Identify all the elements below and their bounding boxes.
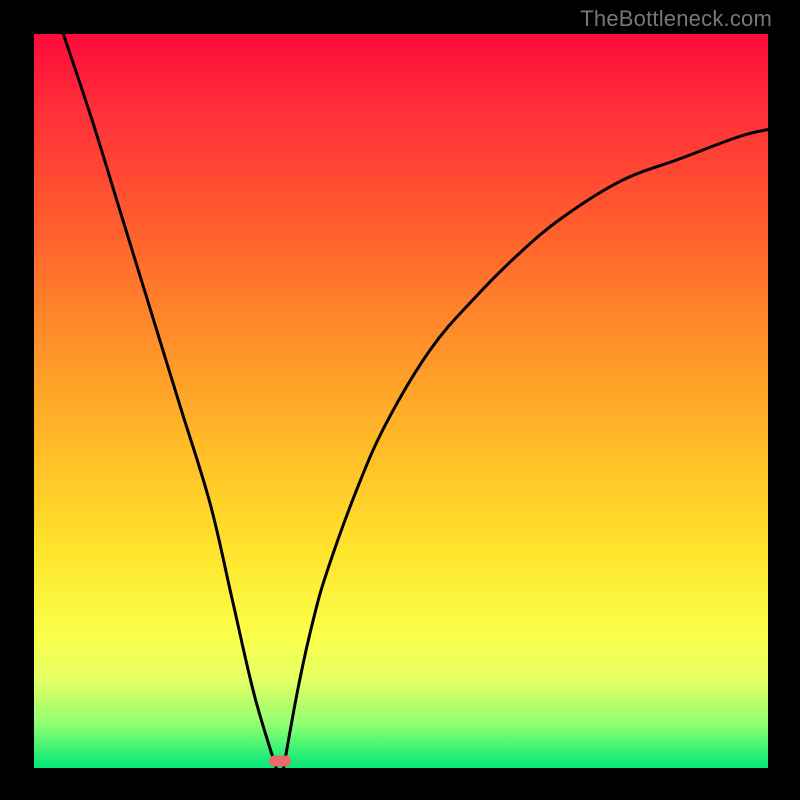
plot-area bbox=[34, 34, 768, 768]
chart-frame: TheBottleneck.com bbox=[0, 0, 800, 800]
bottleneck-curve bbox=[34, 34, 768, 768]
watermark-text: TheBottleneck.com bbox=[580, 6, 772, 32]
curve-right-branch bbox=[284, 129, 768, 768]
vertex-marker bbox=[269, 755, 291, 766]
curve-left-branch bbox=[63, 34, 276, 768]
